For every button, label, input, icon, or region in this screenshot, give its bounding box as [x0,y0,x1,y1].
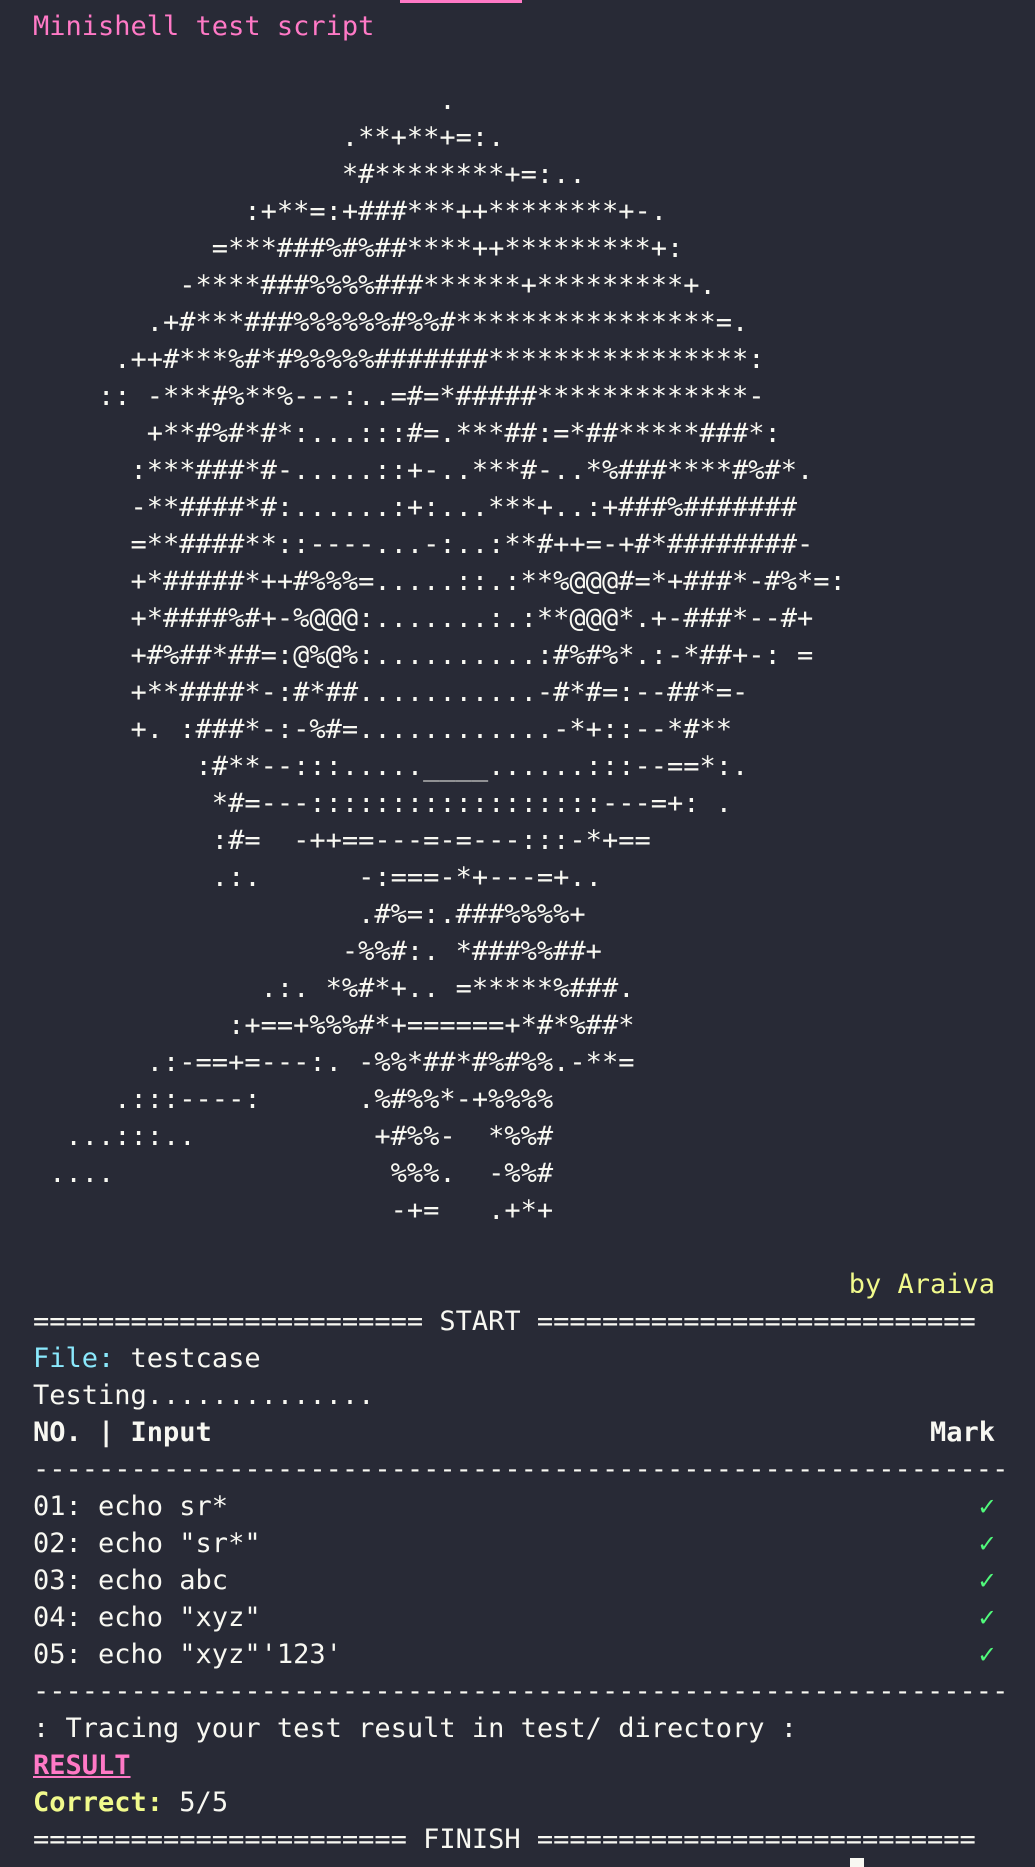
finish-banner: ======================= FINISH =========… [33,1824,976,1855]
table-header: NO. | Input Mark [33,1414,995,1451]
file-name: testcase [114,1343,261,1374]
ascii-art-line: . [33,85,456,116]
ascii-art-line: :+**=:+###***++********+-. [33,196,667,227]
ascii-art-line: .+#***###%%%%%%#%%#****************=. [33,307,749,338]
author-credit: by Araiva [848,1269,995,1300]
test-input: 01: echo sr* [33,1491,229,1522]
correct-line: Correct: 5/5 [33,1784,995,1821]
header-mark: Mark [929,1417,995,1448]
test-row: 05: echo "xyz"'123' ✓ [33,1636,995,1673]
ascii-art-line: -%%#:. *###%%##+ [33,936,602,967]
ascii-art-line: =**####**::----...-:..:**#++=-+#*#######… [33,529,814,560]
test-input: 04: echo "xyz" [33,1602,261,1633]
ascii-art-line: :+==+%%%#*+======+*#*%##* [33,1010,635,1041]
ascii-art-logo: . .**+**+=:. *#********+=:.. :+**=:+###*… [33,82,995,1229]
result-heading: RESULT [33,1747,995,1784]
test-input: 02: echo "sr*" [33,1528,261,1559]
correct-label: Correct: [33,1787,164,1818]
ascii-art-line: .:::----: .%#%%*-+%%%% [33,1084,554,1115]
ascii-art-line: .#%=:.###%%%%+ [33,899,586,930]
correct-value: 5/5 [163,1787,229,1818]
tracing-message: : Tracing your test result in test/ dire… [33,1713,798,1744]
ascii-art-line: .:-==+=---:. -%%*##*#%#%%.-**= [33,1047,635,1078]
ascii-art-line: :#= -++==---=-=---:::-*+== [33,825,651,856]
ascii-art-line: =***###%#%##****++*********+: [33,233,684,264]
ascii-art-line: +**#%#*#*:...:::#=.***##:=*##*****###*: [33,418,781,449]
check-icon: ✓ [978,1491,995,1522]
ascii-art-line: -+= .+*+ [33,1195,554,1226]
ascii-art-line: *#********+=:.. [33,159,586,190]
ascii-art-line: *#=---::::::::::::::::::---=+: . [33,788,732,819]
active-tab-indicator [400,0,522,3]
ascii-art-line: .:. *%#*+.. =*****%###. [33,973,635,1004]
check-icon: ✓ [978,1639,995,1670]
ascii-art-line: +**####*-:#*##...........-#*#=:--##*=- [33,677,749,708]
ascii-art-line: .++#***%#*#%%%%%#######****************: [33,344,765,375]
test-row: 01: echo sr* ✓ [33,1488,995,1525]
file-line: File: testcase [33,1340,995,1377]
ascii-art-line: :#**--:::.....____......:::--==*:. [33,751,749,782]
test-input: 03: echo abc [33,1565,229,1596]
ascii-art-line: -****###%%%%###******+*********+. [33,270,716,301]
test-row: 03: echo abc ✓ [33,1562,995,1599]
check-icon: ✓ [978,1565,995,1596]
check-icon: ✓ [978,1602,995,1633]
ascii-art-line: -**####*#:......:+:...***+..:+###%######… [33,492,798,523]
terminal-output: Minishell test script . .**+**+=:. *#***… [33,8,1009,1858]
testing-status: Testing.............. [33,1380,375,1411]
header-no-input: NO. | Input [33,1417,212,1448]
ascii-art-line: +#%##*##=:@%@%:..........:#%#%*.:-*##+-:… [33,640,814,671]
test-row: 04: echo "xyz" ✓ [33,1599,995,1636]
test-input: 05: echo "xyz"'123' [33,1639,342,1670]
ascii-art-line: :***###*#-.....::+-..***#-..*%###****#%#… [33,455,814,486]
file-label: File: [33,1343,115,1374]
result-label: RESULT [33,1750,131,1781]
divider-bottom: ----------------------------------------… [33,1676,1009,1707]
script-title: Minishell test script [33,11,375,42]
ascii-art-line: .... %%%. -%%# [33,1158,554,1189]
test-row: 02: echo "sr*" ✓ [33,1525,995,1562]
ascii-art-line: +. :###*-:-%#=............-*+::--*#** [33,714,732,745]
ascii-art-line: .**+**+=:. [33,122,505,153]
start-banner: ======================== START =========… [33,1306,976,1337]
ascii-art-line: :: -***#%**%---:..=#=*#####*************… [33,381,765,412]
ascii-art-line: +*####%#+-%@@@:.......:.:**@@@*.+-###*--… [33,603,814,634]
ascii-art-line: .:. -:===-*+---=+.. [33,862,602,893]
divider-top: ----------------------------------------… [33,1454,1009,1485]
check-icon: ✓ [978,1528,995,1559]
ascii-art-line: +*#####*++#%%%=.....::.:**%@@@#=*+###*-#… [33,566,846,597]
ascii-art-line: ...:::.. +#%%- *%%# [33,1121,554,1152]
terminal-cursor [850,1858,864,1867]
